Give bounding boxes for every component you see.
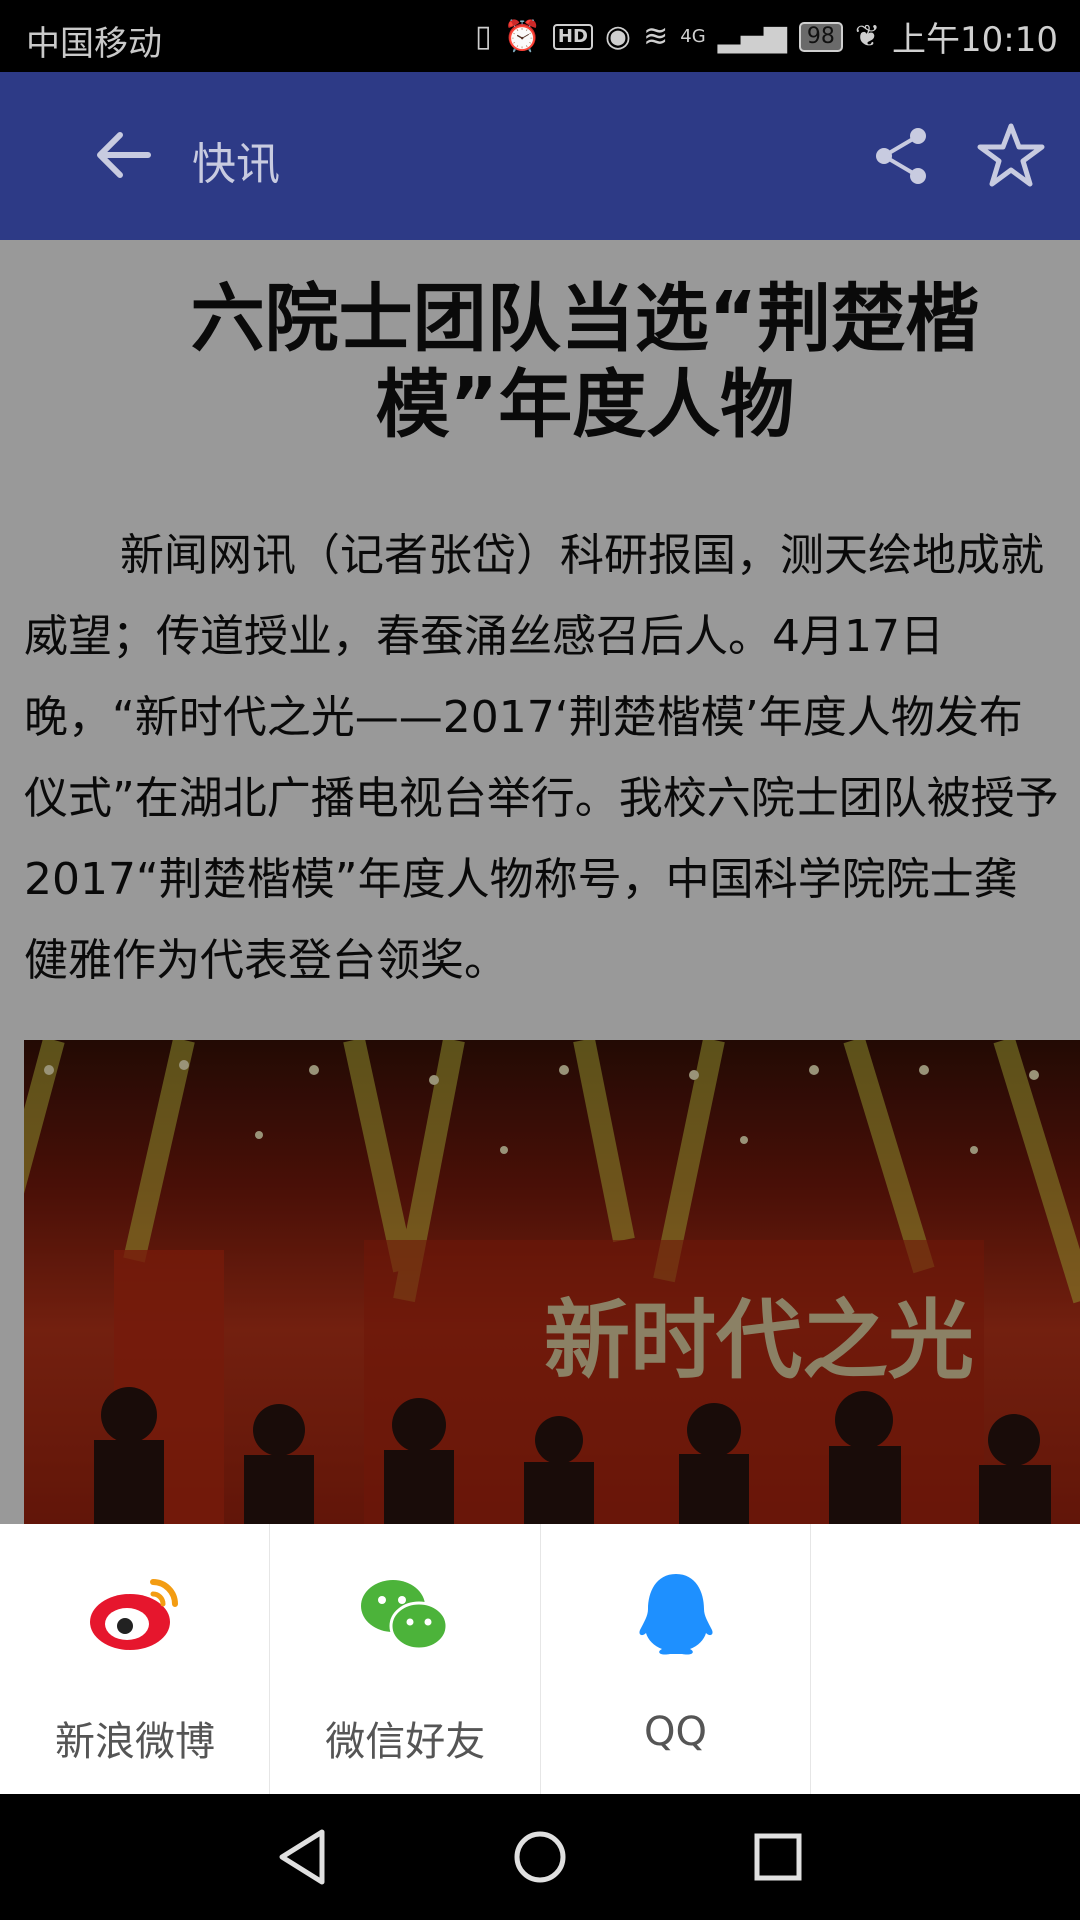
status-icons: ▯ ⏰ HD ◉ ≋ 4G ▂▄▆ 98 ❦ 上午10:10 [475, 12, 1058, 61]
carrier-name: 中国移动 [26, 24, 162, 64]
status-bar: 中国移动 ▯ ⏰ HD ◉ ≋ 4G ▂▄▆ 98 ❦ 上午10:10 [0, 0, 1080, 72]
share-label-qq: QQ [644, 1709, 707, 1755]
nav-recents-icon[interactable] [745, 1824, 811, 1890]
nav-back-icon[interactable] [270, 1824, 336, 1890]
battery-level: 98 [798, 21, 843, 52]
dim-overlay[interactable] [0, 240, 1080, 1524]
nav-home-icon[interactable] [507, 1824, 573, 1890]
share-sheet: 新浪微博 微信好友 QQ [0, 1524, 1080, 1794]
app-bar: 快讯 [0, 72, 1080, 240]
navigation-bar [0, 1794, 1080, 1920]
share-option-qq[interactable]: QQ [541, 1524, 811, 1794]
share-option-wechat[interactable]: 微信好友 [270, 1524, 541, 1794]
vibrate-icon: ▯ [475, 19, 492, 54]
favorite-star-icon[interactable] [975, 120, 1047, 192]
status-time: 上午10:10 [892, 20, 1058, 60]
weibo-icon [90, 1579, 178, 1650]
network-type: 4G [680, 26, 706, 47]
leaf-icon: ❦ [854, 19, 881, 54]
wifi-icon: ≋ [643, 19, 669, 54]
share-option-weibo[interactable]: 新浪微博 [0, 1524, 271, 1794]
hd-icon: HD [552, 23, 593, 50]
share-option-empty [811, 1524, 1080, 1794]
back-arrow-icon[interactable] [88, 120, 158, 190]
signal-icon: ▂▄▆ [717, 19, 787, 54]
alarm-icon: ⏰ [503, 19, 541, 54]
eye-comfort-icon: ◉ [604, 19, 632, 54]
page-title: 快讯 [192, 139, 280, 190]
qq-icon [638, 1574, 713, 1655]
share-label-weibo: 新浪微博 [55, 1719, 215, 1765]
share-label-wechat: 微信好友 [325, 1719, 486, 1765]
wechat-icon [361, 1580, 449, 1651]
share-icon[interactable] [870, 124, 934, 188]
